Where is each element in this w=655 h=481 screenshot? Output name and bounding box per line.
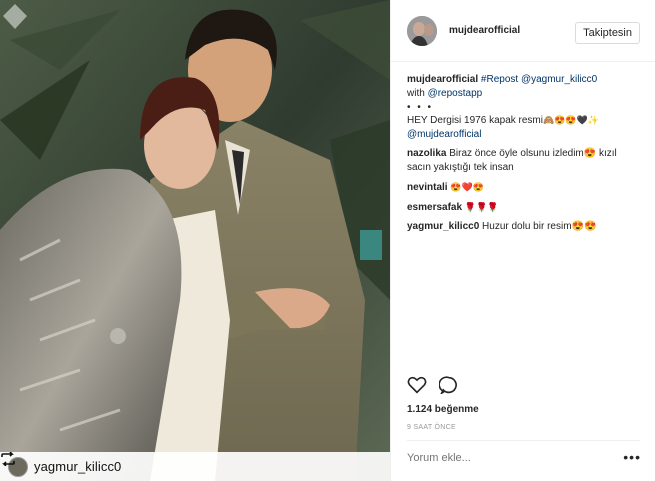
comments-list: mujdearofficial #Repost @yagmur_kilicc0 … (407, 73, 642, 239)
caption-username[interactable]: mujdearofficial (407, 74, 478, 85)
profile-username[interactable]: mujdearofficial (449, 25, 520, 36)
caption-tag[interactable]: @mujdearofficial (407, 129, 481, 140)
heart-icon[interactable] (407, 376, 427, 394)
repost-icon (1, 452, 15, 466)
comment-item: nazolika Biraz önce öyle olsunu izledim😍… (407, 147, 642, 175)
comment-username[interactable]: nazolika (407, 148, 446, 159)
comment-item: nevintali 😍❤️😍 (407, 180, 642, 195)
comment-input[interactable] (407, 452, 607, 464)
caption-body: HEY Dergisi 1976 kapak resmi (407, 115, 543, 126)
caption-dots: • • • (407, 102, 434, 113)
divider (407, 440, 640, 441)
post-photo[interactable]: yagmur_kilicc0 (0, 0, 390, 481)
post-actions (407, 376, 459, 394)
comment-item: esmersafak 🌹🌹🌹 (407, 200, 642, 215)
caption-app-mention[interactable]: @repostapp (428, 88, 483, 99)
comment-username[interactable]: esmersafak (407, 202, 462, 213)
likes-count[interactable]: 1.124 beğenme (407, 404, 479, 415)
post-photo-image (0, 0, 390, 481)
comment-username[interactable]: yagmur_kilicc0 (407, 221, 479, 232)
repost-banner: yagmur_kilicc0 (0, 452, 390, 481)
caption-hashtag[interactable]: #Repost (481, 74, 518, 85)
comment-text: 😍❤️😍 (450, 182, 484, 192)
comment-item: yagmur_kilicc0 Huzur dolu bir resim😍😍 (407, 220, 642, 234)
caption-mention[interactable]: @yagmur_kilicc0 (521, 74, 597, 85)
comment-username[interactable]: nevintali (407, 182, 448, 193)
post-timestamp: 9 SAAT ÖNCE (407, 424, 456, 431)
watermark-icon (3, 4, 27, 29)
avatar-image (407, 15, 437, 46)
caption-with: with (407, 88, 425, 99)
comment-text: 🌹🌹🌹 (464, 202, 499, 212)
follow-button[interactable]: Takiptesin (575, 22, 640, 44)
caption: mujdearofficial #Repost @yagmur_kilicc0 … (407, 73, 642, 142)
caption-emoji: 🙈😍😍🖤✨ (543, 115, 600, 125)
post-side-panel: mujdearofficial Takiptesin mujdearoffici… (390, 0, 655, 481)
more-options-button[interactable]: ••• (623, 450, 641, 464)
comment-text: Huzur dolu bir resim😍😍 (482, 221, 597, 232)
profile-avatar[interactable] (407, 15, 437, 46)
repost-username: yagmur_kilicc0 (34, 459, 122, 474)
post-header: mujdearofficial Takiptesin (391, 0, 655, 62)
comment-icon[interactable] (439, 376, 459, 394)
